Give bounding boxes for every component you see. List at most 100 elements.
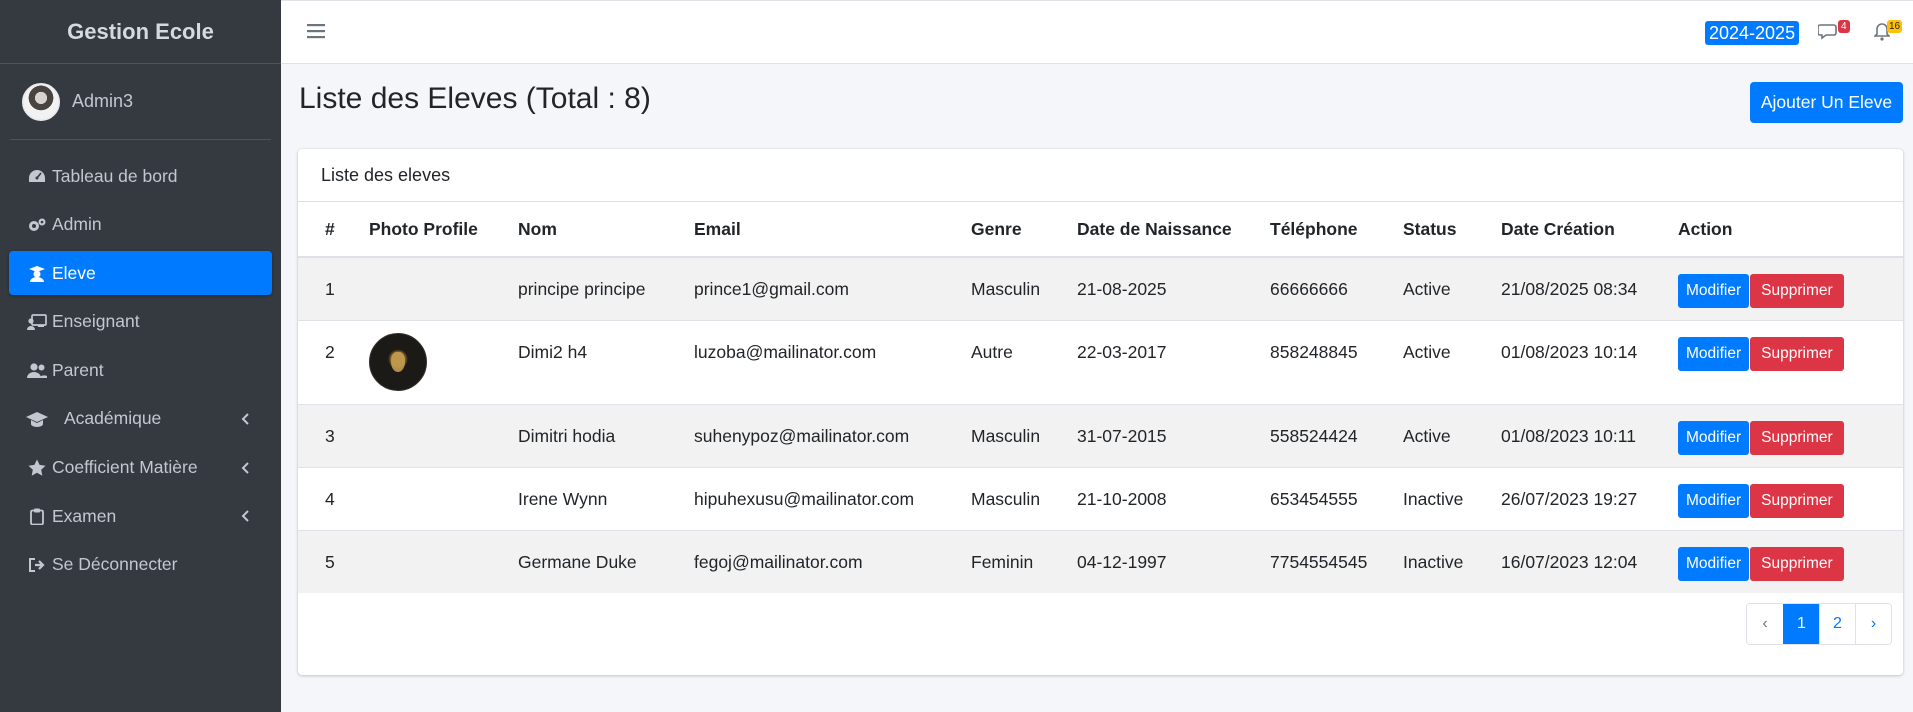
phone: 858248845 bbox=[1243, 319, 1376, 404]
student-icon bbox=[26, 264, 48, 282]
sidebar-item-label: Coefficient Matière bbox=[52, 457, 198, 478]
creation-date: 26/07/2023 19:27 bbox=[1474, 466, 1651, 530]
gender: Autre bbox=[944, 319, 1050, 404]
status: Active bbox=[1376, 319, 1474, 404]
action-cell: Modifier Supprimer bbox=[1651, 403, 1903, 467]
creation-date: 21/08/2025 08:34 bbox=[1474, 256, 1651, 320]
table-row: 1 principe principe prince1@gmail.com Mascu… bbox=[298, 256, 1903, 320]
gender: Masculin bbox=[944, 466, 1050, 530]
phone: 653454555 bbox=[1243, 466, 1376, 530]
gender: Feminin bbox=[944, 529, 1050, 593]
table-row: 4 Irene Wynn hipuhexusu@mailinator.com Masc… bbox=[298, 466, 1903, 530]
sidebar-item-coefficient-matiere[interactable]: Coefficient Matière bbox=[9, 446, 272, 490]
star-icon bbox=[26, 459, 48, 477]
sidebar-item-academique[interactable]: Académique bbox=[9, 397, 272, 441]
creation-date: 01/08/2023 10:14 bbox=[1474, 319, 1651, 404]
column-header: # bbox=[298, 202, 342, 258]
teacher-icon bbox=[26, 313, 48, 331]
birth-date: 21-10-2008 bbox=[1050, 466, 1243, 530]
sidebar-item-label: Parent bbox=[52, 359, 104, 380]
chevron-left-icon[interactable] bbox=[236, 459, 254, 477]
phone: 558524424 bbox=[1243, 403, 1376, 467]
modify-button[interactable]: Modifier bbox=[1678, 274, 1750, 308]
student-email: suhenypoz@mailinator.com bbox=[667, 403, 944, 467]
row-number: 2 bbox=[298, 319, 342, 404]
phone: 66666666 bbox=[1243, 256, 1376, 320]
photo-cell bbox=[342, 319, 491, 404]
sidebar-item-admin[interactable]: Admin bbox=[9, 203, 272, 247]
column-header: Genre bbox=[944, 202, 1050, 258]
chevron-left-icon[interactable] bbox=[236, 507, 254, 525]
profile-photo[interactable] bbox=[369, 332, 427, 391]
menu-toggle-icon[interactable] bbox=[307, 23, 325, 39]
students-card: Liste des eleves # Photo Profile Nom Email G… bbox=[298, 149, 1903, 675]
modify-button[interactable]: Modifier bbox=[1678, 336, 1750, 371]
page-2-button[interactable]: 2 bbox=[1819, 604, 1855, 644]
sidebar-item-se-deconnecter[interactable]: Se Déconnecter bbox=[9, 543, 272, 587]
delete-button[interactable]: Supprimer bbox=[1750, 483, 1844, 518]
column-header: Action bbox=[1651, 202, 1903, 258]
gender: Masculin bbox=[944, 403, 1050, 467]
sign-out-icon bbox=[26, 556, 48, 574]
sidebar-item-enseignant[interactable]: Enseignant bbox=[9, 300, 272, 344]
student-name: Germane Duke bbox=[491, 529, 667, 593]
next-page-button[interactable]: › bbox=[1855, 604, 1891, 644]
gender: Masculin bbox=[944, 256, 1050, 320]
column-header: Status bbox=[1376, 202, 1474, 258]
photo-cell bbox=[342, 466, 491, 530]
brand-title[interactable]: Gestion Ecole bbox=[0, 0, 281, 64]
column-header: Date de Naissance bbox=[1050, 202, 1243, 258]
delete-button[interactable]: Supprimer bbox=[1750, 336, 1844, 371]
sidebar-item-label: Eleve bbox=[52, 262, 96, 283]
creation-date: 16/07/2023 12:04 bbox=[1474, 529, 1651, 593]
delete-button[interactable]: Supprimer bbox=[1750, 274, 1844, 308]
prev-page-button[interactable]: ‹ bbox=[1747, 604, 1783, 644]
status: Active bbox=[1376, 403, 1474, 467]
column-header: Date Création bbox=[1474, 202, 1651, 258]
graduation-cap-icon bbox=[26, 410, 48, 428]
action-cell: Modifier Supprimer bbox=[1651, 529, 1903, 593]
photo-cell bbox=[342, 403, 491, 467]
modify-button[interactable]: Modifier bbox=[1678, 483, 1750, 518]
photo-cell bbox=[342, 256, 491, 320]
modify-button[interactable]: Modifier bbox=[1678, 546, 1750, 581]
sidebar-item-label: Académique bbox=[64, 408, 162, 429]
sidebar-item-label: Enseignant bbox=[52, 311, 140, 332]
column-header: Email bbox=[667, 202, 944, 258]
sidebar-item-parent[interactable]: Parent bbox=[9, 348, 272, 392]
column-header: Nom bbox=[491, 202, 667, 258]
user-name[interactable]: Admin3 bbox=[72, 91, 133, 112]
row-number: 1 bbox=[298, 256, 342, 320]
student-email: prince1@gmail.com bbox=[667, 256, 944, 320]
row-number: 3 bbox=[298, 403, 342, 467]
delete-button[interactable]: Supprimer bbox=[1750, 420, 1844, 455]
students-table: # Photo Profile Nom Email Genre Date de Naiss… bbox=[298, 202, 1903, 593]
card-title: Liste des eleves bbox=[298, 149, 1903, 202]
column-header: Téléphone bbox=[1243, 202, 1376, 258]
student-name: Irene Wynn bbox=[491, 466, 667, 530]
status: Inactive bbox=[1376, 466, 1474, 530]
table-row: 2 Dimi2 h4 luzoba@mailinator.com Autre 22-03… bbox=[298, 319, 1903, 404]
school-year-badge[interactable]: 2024-2025 bbox=[1705, 21, 1800, 45]
add-student-button[interactable]: Ajouter Un Eleve bbox=[1750, 82, 1903, 123]
page-title: Liste des Eleves (Total : 8) bbox=[299, 82, 651, 115]
messages-count-badge: 4 bbox=[1838, 20, 1850, 33]
sidebar-item-examen[interactable]: Examen bbox=[9, 494, 272, 538]
sidebar-nav: Tableau de bord Admin Eleve Enseignant Paren… bbox=[0, 154, 281, 587]
messages-icon[interactable] bbox=[1818, 23, 1840, 41]
page-1-button[interactable]: 1 bbox=[1783, 604, 1819, 644]
sidebar-item-tableau-de-bord[interactable]: Tableau de bord bbox=[9, 154, 272, 198]
user-panel[interactable]: Admin3 bbox=[10, 64, 271, 140]
action-cell: Modifier Supprimer bbox=[1651, 466, 1903, 530]
student-name: principe principe bbox=[491, 256, 667, 320]
sidebar-item-label: Examen bbox=[52, 505, 117, 526]
users-icon bbox=[26, 361, 48, 379]
sidebar-item-eleve[interactable]: Eleve bbox=[9, 251, 272, 296]
sidebar-item-label: Se Déconnecter bbox=[52, 554, 178, 575]
row-number: 4 bbox=[298, 466, 342, 530]
sidebar-item-label: Admin bbox=[52, 214, 102, 235]
status: Inactive bbox=[1376, 529, 1474, 593]
delete-button[interactable]: Supprimer bbox=[1750, 546, 1844, 581]
chevron-left-icon[interactable] bbox=[236, 410, 254, 428]
modify-button[interactable]: Modifier bbox=[1678, 420, 1750, 455]
